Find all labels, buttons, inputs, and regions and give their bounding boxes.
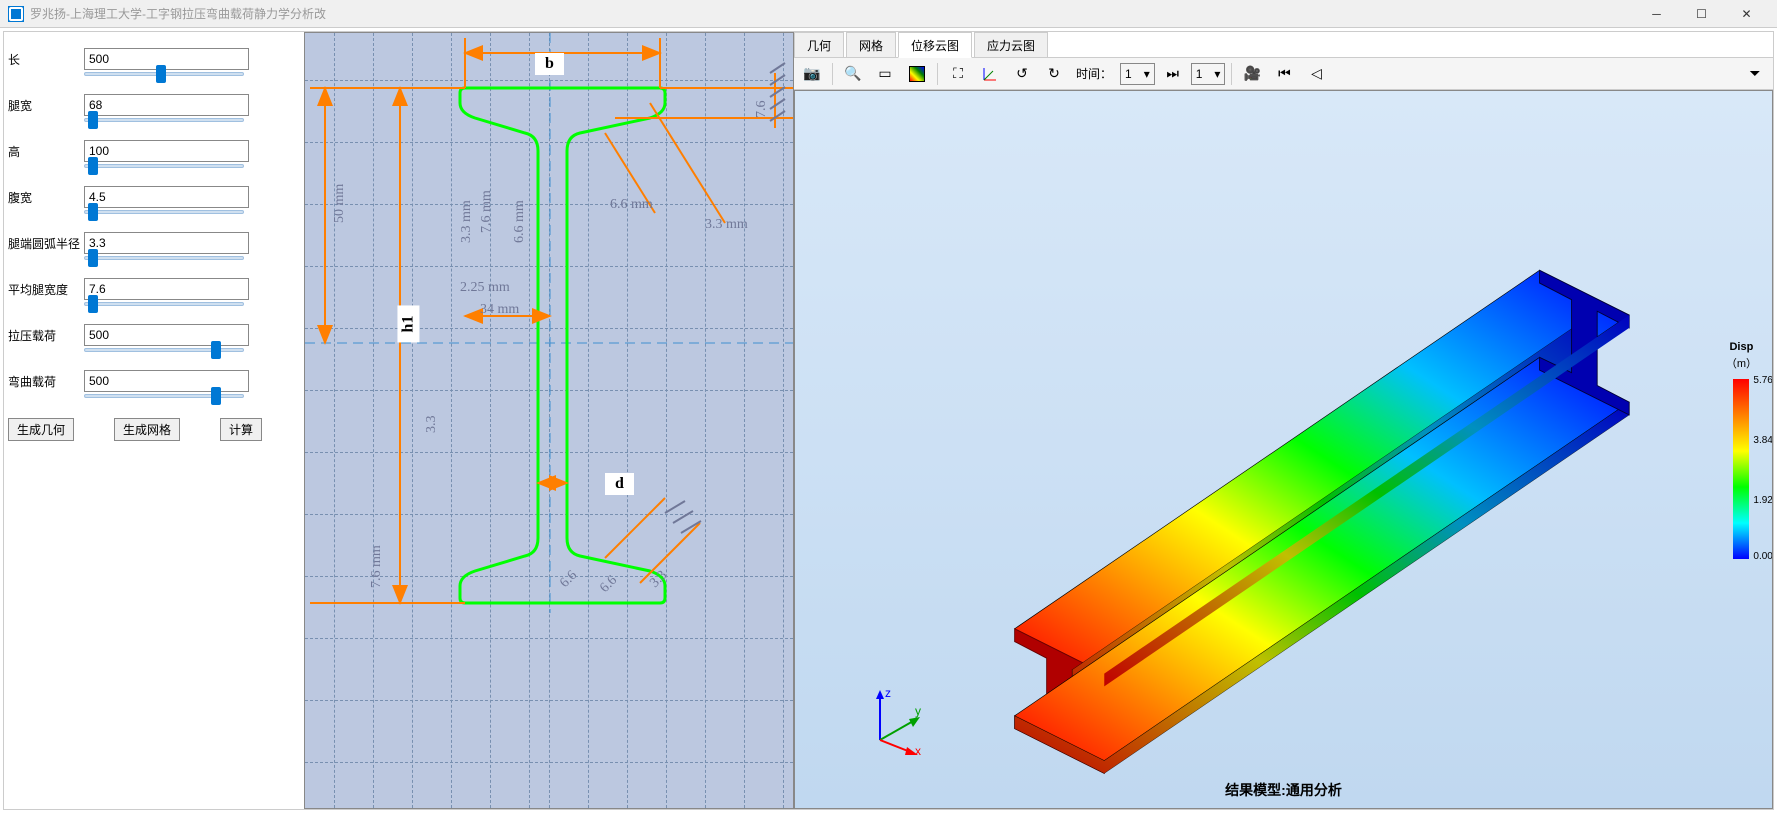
param-label: 腿端圆弧半径	[8, 235, 78, 252]
param-input-0[interactable]	[84, 48, 249, 70]
viewport-toolbar: 📷 🔍 ▭ ⛶ ↺ ↻ 时间： 1▾ ⏭ 1▾ 🎥 ⏮ ◁ ⏷	[794, 58, 1773, 90]
beam-render	[795, 91, 1772, 808]
param-label: 弯曲载荷	[8, 373, 78, 390]
svg-text:6.6: 6.6	[557, 568, 580, 591]
param-input-7[interactable]	[84, 370, 249, 392]
result-viewport[interactable]: z y x Disp （m） 5.769e-05 3.846e-05 1.923…	[794, 90, 1773, 809]
right-panel: 几何网格位移云图应力云图 📷 🔍 ▭ ⛶ ↺ ↻ 时间： 1▾ ⏭ 1▾ 🎥 ⏮…	[794, 32, 1773, 809]
generate-mesh-button[interactable]: 生成网格	[114, 418, 180, 441]
legend-title: Disp	[1726, 341, 1757, 353]
time-dropdown[interactable]: 1▾	[1120, 63, 1155, 85]
param-slider-4[interactable]	[84, 256, 244, 260]
rotate-ccw-icon[interactable]: ↺	[1008, 61, 1036, 87]
param-input-4[interactable]	[84, 232, 249, 254]
dim-225: 2.25 mm	[460, 280, 510, 295]
svg-text:y: y	[915, 704, 921, 718]
param-slider-1[interactable]	[84, 118, 244, 122]
svg-text:7.6 mm: 7.6 mm	[369, 545, 384, 588]
svg-text:6.6: 6.6	[597, 573, 620, 596]
sketch-svg: 50 mm 2.25 mm 34 mm 6.6 mm 3.3 mm 7.6 mm…	[305, 33, 794, 613]
color-legend: Disp （m） 5.769e-05 3.846e-05 1.923e-05 0…	[1726, 341, 1757, 559]
window-controls: ─ ☐ ✕	[1634, 0, 1769, 28]
tab-3[interactable]: 应力云图	[974, 32, 1048, 57]
result-model-label: 结果模型:通用分析	[1225, 780, 1342, 800]
label-h1: h1	[397, 306, 419, 343]
param-input-5[interactable]	[84, 278, 249, 300]
compute-button[interactable]: 计算	[220, 418, 262, 441]
svg-text:6.6 mm: 6.6 mm	[512, 200, 527, 243]
param-input-2[interactable]	[84, 140, 249, 162]
label-d: d	[605, 473, 634, 495]
time-label: 时间：	[1072, 65, 1116, 82]
tabs: 几何网格位移云图应力云图	[794, 32, 1773, 58]
axes-icon[interactable]	[976, 61, 1004, 87]
svg-text:z: z	[885, 686, 891, 700]
svg-text:3.3 mm: 3.3 mm	[459, 200, 474, 243]
main-container: 长 腿宽 高 腹宽 腿端圆弧半径 平均腿宽度 拉压载荷 弯曲载荷 生成几何 生成…	[3, 31, 1774, 810]
param-label: 腹宽	[8, 189, 78, 206]
camera-icon[interactable]: 📷	[798, 61, 826, 87]
window-title: 罗兆扬-上海理工大学-工字钢拉压弯曲载荷静力学分析改	[30, 5, 326, 22]
rotate-cw-icon[interactable]: ↻	[1040, 61, 1068, 87]
param-input-6[interactable]	[84, 324, 249, 346]
param-input-1[interactable]	[84, 94, 249, 116]
minimize-button[interactable]: ─	[1634, 0, 1679, 28]
param-label: 平均腿宽度	[8, 281, 78, 298]
skip-start-icon[interactable]: ⏮	[1270, 61, 1298, 87]
param-input-3[interactable]	[84, 186, 249, 208]
svg-text:7.6: 7.6	[754, 101, 769, 119]
tab-0[interactable]: 几何	[794, 32, 844, 57]
tab-1[interactable]: 网格	[846, 32, 896, 57]
parameters-panel: 长 腿宽 高 腹宽 腿端圆弧半径 平均腿宽度 拉压载荷 弯曲载荷 生成几何 生成…	[4, 32, 304, 809]
maximize-button[interactable]: ☐	[1679, 0, 1724, 28]
param-label: 腿宽	[8, 97, 78, 114]
param-slider-2[interactable]	[84, 164, 244, 168]
sketch-panel[interactable]: 50 mm 2.25 mm 34 mm 6.6 mm 3.3 mm 7.6 mm…	[304, 32, 794, 809]
play-back-icon[interactable]: ◁	[1302, 61, 1330, 87]
step-last-icon[interactable]: ⏭	[1159, 61, 1187, 87]
dim-33: 3.3 mm	[705, 217, 748, 232]
param-slider-6[interactable]	[84, 348, 244, 352]
tab-2[interactable]: 位移云图	[898, 32, 972, 58]
dim-66: 6.6 mm	[610, 197, 653, 212]
app-icon	[8, 6, 24, 22]
dim-34: 34 mm	[480, 302, 519, 317]
svg-text:x: x	[915, 744, 921, 755]
fit-view-icon[interactable]: ⛶	[944, 61, 972, 87]
action-row: 生成几何 生成网格 计算	[8, 418, 300, 441]
video-icon[interactable]: 🎥	[1238, 61, 1266, 87]
dim-76: 7.6 mm	[479, 190, 494, 233]
legend-bar: 5.769e-05 3.846e-05 1.923e-05 0.000e+00	[1733, 379, 1749, 559]
generate-geometry-button[interactable]: 生成几何	[8, 418, 74, 441]
dim-50mm: 50 mm	[332, 184, 347, 223]
param-label: 拉压载荷	[8, 327, 78, 344]
select-icon[interactable]: ▭	[871, 61, 899, 87]
legend-unit: （m）	[1726, 355, 1757, 371]
titlebar: 罗兆扬-上海理工大学-工字钢拉压弯曲载荷静力学分析改 ─ ☐ ✕	[0, 0, 1777, 28]
param-slider-5[interactable]	[84, 302, 244, 306]
color-cube-icon[interactable]	[903, 61, 931, 87]
frame-dropdown[interactable]: 1▾	[1191, 63, 1226, 85]
svg-text:3.3: 3.3	[424, 416, 439, 434]
param-label: 长	[8, 51, 78, 68]
more-icon[interactable]: ⏷	[1741, 61, 1769, 87]
param-label: 高	[8, 143, 78, 160]
axes-triad: z y x	[865, 685, 935, 758]
label-b: b	[535, 53, 564, 75]
param-slider-7[interactable]	[84, 394, 244, 398]
close-button[interactable]: ✕	[1724, 0, 1769, 28]
zoom-icon[interactable]: 🔍	[839, 61, 867, 87]
param-slider-0[interactable]	[84, 72, 244, 76]
param-slider-3[interactable]	[84, 210, 244, 214]
